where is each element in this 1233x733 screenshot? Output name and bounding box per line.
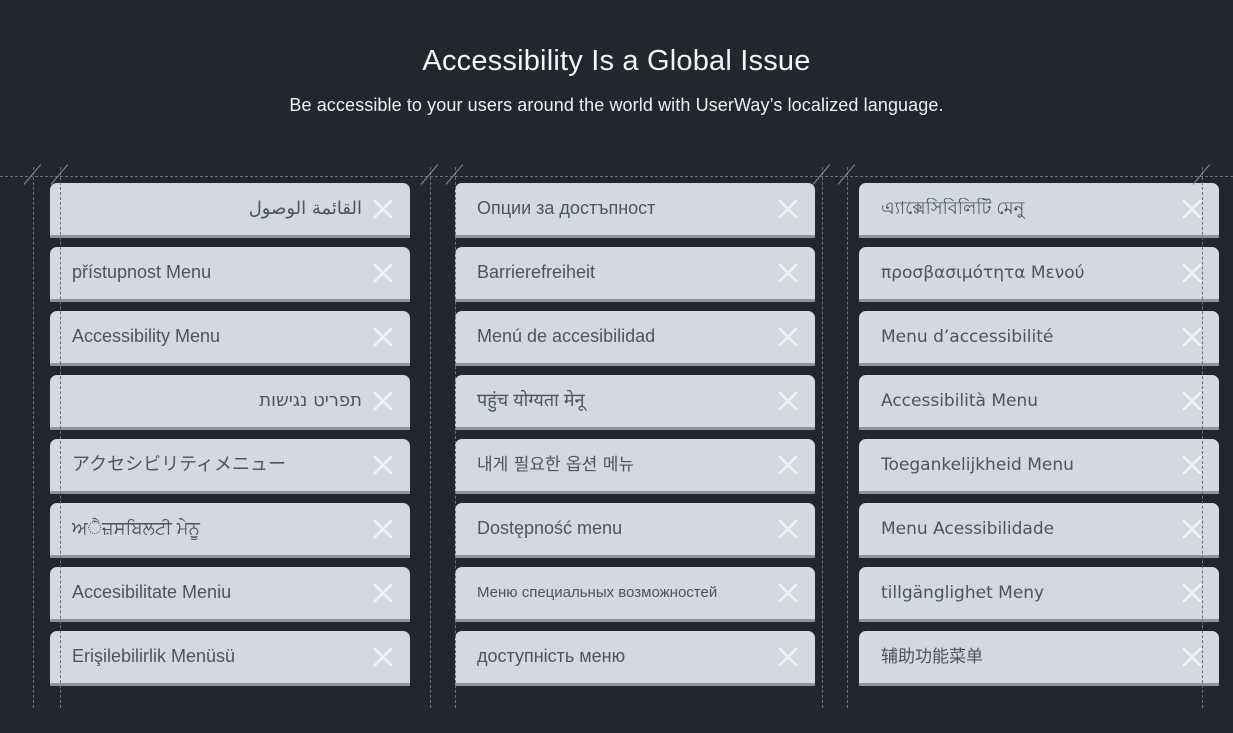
language-card-label: přístupnost Menu [72,262,212,283]
close-icon[interactable] [368,578,398,608]
language-card[interactable]: Toegankelijkheid Menu [859,439,1219,491]
close-icon[interactable] [773,450,803,480]
language-card-label: पहुंच योग्यता मेनू [477,390,585,411]
language-card[interactable]: 내게 필요한 옵션 메뉴 [455,439,815,491]
language-card-label: Dostępność menu [477,518,623,539]
language-card-label: Barrierefreiheit [477,262,596,283]
language-card[interactable]: アクセシビリティメニュー [50,439,410,491]
close-icon[interactable] [368,322,398,352]
guide-line-horizontal [0,176,1233,177]
close-icon[interactable] [1177,386,1207,416]
language-card-columns: القائمة الوصول přístupnost Menu Accessibil… [0,183,1233,683]
language-card-label: Accesibilitate Meniu [72,582,232,603]
column-2: Опции за достъпност Barrierefreiheit Menú … [411,183,822,683]
language-card[interactable]: Menu d’accessibilité [859,311,1219,363]
guide-tick-1 [23,164,42,185]
close-icon[interactable] [1177,578,1207,608]
language-card-label: القائمة الوصول [248,198,362,220]
language-card-label: Menu Acessibilidade [881,518,1055,539]
language-card[interactable]: القائمة الوصول [50,183,410,235]
language-card[interactable]: 辅助功能菜单 [859,631,1219,683]
language-card[interactable]: Опции за достъпност [455,183,815,235]
guide-tick-6 [837,164,856,185]
close-icon[interactable] [773,194,803,224]
language-card[interactable]: এ্যাক্সেসিবিলিটি মেনু [859,183,1219,235]
language-card-label: προσβασιμότητα Μενού [881,262,1085,283]
close-icon[interactable] [773,578,803,608]
close-icon[interactable] [773,258,803,288]
language-card-label: Menú de accesibilidad [477,326,656,347]
language-card-label: tillgänglighet Meny [881,582,1045,603]
language-card[interactable]: доступність меню [455,631,815,683]
language-card-label: תפריט נגישות [259,390,362,412]
guide-tick-5 [812,164,831,185]
language-card[interactable]: Accesibilitate Meniu [50,567,410,619]
close-icon[interactable] [368,194,398,224]
language-card-label: এ্যাক্সেসিবিলিটি মেনু [881,198,1025,219]
language-card-label: Menu d’accessibilité [881,326,1054,347]
language-card-label: 辅助功能菜单 [881,646,983,667]
close-icon[interactable] [368,642,398,672]
language-card[interactable]: tillgänglighet Meny [859,567,1219,619]
language-card-label: アクセシビリティメニュー [72,454,287,475]
close-icon[interactable] [1177,258,1207,288]
language-card[interactable]: ਅੈਜ਼ਸਬਿਲਟੀ ਮੇਨੂ [50,503,410,555]
language-card[interactable]: Erişilebilirlik Menüsü [50,631,410,683]
close-icon[interactable] [368,450,398,480]
guide-tick-7 [1192,164,1211,185]
page-header: Accessibility Is a Global Issue Be acces… [0,0,1233,116]
close-icon[interactable] [368,514,398,544]
close-icon[interactable] [1177,194,1207,224]
language-card-label: Erişilebilirlik Menüsü [72,646,236,667]
close-icon[interactable] [773,322,803,352]
language-card[interactable]: תפריט נגישות [50,375,410,427]
close-icon[interactable] [368,386,398,416]
close-icon[interactable] [1177,450,1207,480]
language-card[interactable]: Menu Acessibilidade [859,503,1219,555]
language-card[interactable]: Dostępność menu [455,503,815,555]
column-1: القائمة الوصول přístupnost Menu Accessibil… [0,183,411,683]
close-icon[interactable] [773,386,803,416]
language-card-label: Опции за достъпност [477,198,656,219]
close-icon[interactable] [1177,514,1207,544]
language-card-label: Toegankelijkheid Menu [881,454,1074,475]
language-card[interactable]: προσβασιμότητα Μενού [859,247,1219,299]
language-card-label: доступність меню [477,646,626,667]
language-card-label: ਅੈਜ਼ਸਬਿਲਟੀ ਮੇਨੂ [72,518,200,539]
language-card-label: 내게 필요한 옵션 메뉴 [477,454,634,475]
language-card-label: Accessibility Menu [72,326,221,347]
page-title: Accessibility Is a Global Issue [422,45,811,77]
close-icon[interactable] [773,514,803,544]
language-card-label: Accessibilità Menu [881,390,1039,411]
guide-tick-2 [50,164,69,185]
close-icon[interactable] [368,258,398,288]
language-card[interactable]: Menú de accesibilidad [455,311,815,363]
language-card[interactable]: पहुंच योग्यता मेनू [455,375,815,427]
close-icon[interactable] [1177,322,1207,352]
guide-tick-3 [420,164,439,185]
language-card[interactable]: přístupnost Menu [50,247,410,299]
column-3: এ্যাক্সেসিবিলিটি মেনু προσβασιμότητα Μενο… [822,183,1233,683]
language-card-label: Меню специальных возможностей [477,584,718,601]
language-card[interactable]: Barrierefreiheit [455,247,815,299]
language-card[interactable]: Меню специальных возможностей [455,567,815,619]
language-card[interactable]: Accessibility Menu [50,311,410,363]
language-card[interactable]: Accessibilità Menu [859,375,1219,427]
close-icon[interactable] [773,642,803,672]
guide-tick-4 [445,164,464,185]
close-icon[interactable] [1177,642,1207,672]
page-subtitle: Be accessible to your users around the w… [289,94,944,115]
